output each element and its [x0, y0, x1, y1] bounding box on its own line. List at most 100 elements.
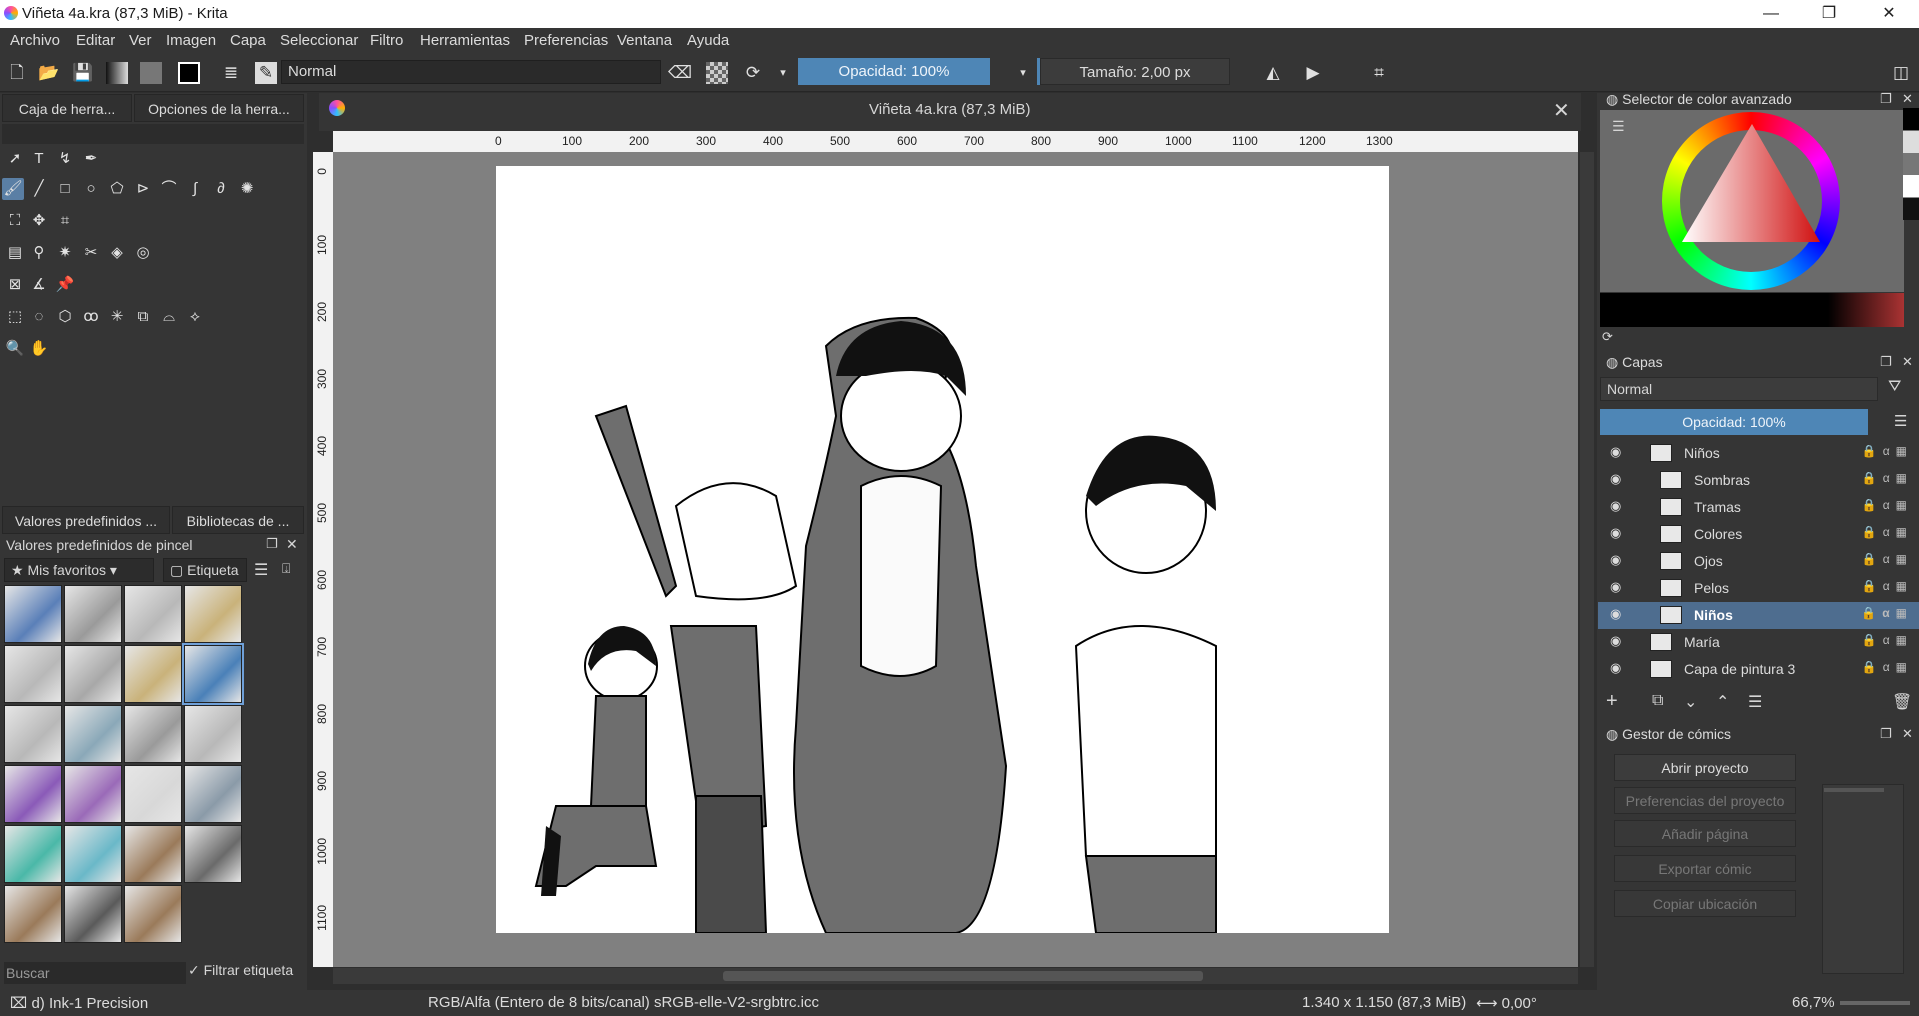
restore-icon[interactable]: ❐ — [1800, 0, 1858, 28]
layer-lock-alpha-icons[interactable]: 🔒α▦ — [1861, 606, 1913, 620]
layer-properties-icon[interactable]: ☰ — [1748, 692, 1762, 712]
smart-patch-icon[interactable]: ✂ — [80, 242, 102, 264]
layer-lock-alpha-icons[interactable]: 🔒α▦ — [1862, 498, 1913, 512]
minimize-icon[interactable]: — — [1742, 0, 1800, 28]
brush-preset[interactable] — [124, 825, 182, 883]
brush-preset[interactable] — [124, 885, 182, 943]
gradient-tool-icon[interactable]: ▤ — [4, 242, 26, 264]
color-history-strip[interactable] — [1600, 293, 1904, 327]
bezier-tool-icon[interactable]: ⌒ — [158, 178, 180, 200]
layer-filter-icon[interactable]: ⛛ — [1888, 378, 1901, 396]
select-shape-icon[interactable]: ➚ — [4, 148, 26, 170]
menu-ventana[interactable]: Ventana — [617, 32, 672, 49]
new-document-icon[interactable]: 🗋 — [6, 62, 28, 84]
brush-preset[interactable] — [4, 585, 62, 643]
rotation[interactable]: ⟷ 0,00° — [1476, 994, 1537, 1012]
edit-shapes-icon[interactable]: ↯ — [54, 148, 76, 170]
layer-row[interactable]: ◉ Capa de pintura 3 🔒α▦ — [1598, 656, 1919, 683]
blend-mode-select[interactable]: Normal — [281, 60, 661, 84]
contiguous-select-icon[interactable]: ✳ — [106, 306, 128, 328]
fill-icon[interactable]: ◈ — [106, 242, 128, 264]
menu-seleccionar[interactable]: Seleccionar — [280, 32, 358, 49]
colorize-mask-icon[interactable]: ✷ — [54, 242, 76, 264]
rect-select-icon[interactable]: ⬚ — [4, 306, 26, 328]
menu-herramientas[interactable]: Herramientas — [420, 32, 510, 49]
transform-icon[interactable]: ⛶ — [4, 210, 26, 232]
similar-select-icon[interactable]: ⧉ — [132, 306, 154, 328]
freehand-brush-icon[interactable]: 🖌 — [2, 178, 24, 200]
ellipse-tool-icon[interactable]: ○ — [80, 178, 102, 200]
duplicate-layer-icon[interactable]: ⧉ — [1652, 692, 1663, 710]
visibility-eye-icon[interactable]: ◉ — [1610, 606, 1621, 622]
assistant-icon[interactable]: ⊠ — [4, 274, 26, 296]
thumbnail-size-slider[interactable] — [1824, 788, 1884, 792]
brush-preset[interactable] — [64, 585, 122, 643]
save-icon[interactable]: 💾 — [72, 62, 94, 84]
refresh-color-icon[interactable]: ⟳ — [1602, 329, 1613, 345]
visibility-eye-icon[interactable]: ◉ — [1610, 633, 1621, 649]
tab-brush-presets[interactable]: Valores predefinidos ... — [2, 506, 170, 534]
menu-filtro[interactable]: Filtro — [370, 32, 403, 49]
brush-preset[interactable] — [4, 645, 62, 703]
tag-select[interactable]: ▢ Etiqueta — [163, 558, 247, 582]
layer-row[interactable]: ◉ Niños 🔒α▦ — [1598, 602, 1919, 629]
import-icon[interactable]: ⍗ — [282, 560, 290, 577]
project-settings-button[interactable]: Preferencias del proyecto — [1614, 787, 1796, 814]
brush-preset[interactable] — [4, 765, 62, 823]
brush-preset[interactable] — [184, 765, 242, 823]
brush-settings-icon[interactable]: ≣ — [220, 62, 242, 84]
layer-row[interactable]: ◉ Sombras 🔒α▦ — [1598, 467, 1919, 494]
visibility-eye-icon[interactable]: ◉ — [1610, 660, 1621, 676]
preserve-alpha-icon[interactable] — [706, 62, 728, 84]
brush-preset[interactable] — [64, 885, 122, 943]
bezier-select-icon[interactable]: ⌓ — [158, 306, 180, 328]
eraser-icon[interactable]: ⌫ — [668, 62, 692, 84]
layer-lock-alpha-icons[interactable]: 🔒α▦ — [1862, 525, 1913, 539]
brush-preset[interactable] — [124, 585, 182, 643]
ellipse-select-icon[interactable]: ◌ — [28, 306, 50, 328]
reference-images-icon[interactable]: 📌 — [54, 274, 76, 296]
visibility-eye-icon[interactable]: ◉ — [1610, 498, 1621, 514]
workspace-icon[interactable]: ◫ — [1890, 62, 1912, 84]
opacity-slider[interactable]: Opacidad: 100% — [798, 58, 990, 85]
move-layer-down-icon[interactable]: ⌄ — [1684, 692, 1697, 712]
layer-blend-select[interactable]: Normal — [1600, 377, 1878, 401]
freehand-path-icon[interactable]: ∫ — [184, 178, 206, 200]
float-color-docker-icon[interactable]: ❐ — [1880, 91, 1892, 107]
delete-layer-icon[interactable]: 🗑 — [1892, 692, 1912, 712]
horizontal-scrollbar-thumb[interactable] — [723, 971, 1203, 981]
close-window-icon[interactable]: ✕ — [1860, 0, 1918, 28]
drawing-canvas[interactable] — [496, 166, 1389, 934]
brush-preset[interactable] — [184, 705, 242, 763]
brush-preset[interactable] — [64, 645, 122, 703]
visibility-eye-icon[interactable]: ◉ — [1610, 579, 1621, 595]
tab-tool-options[interactable]: Opciones de la herra... — [134, 94, 304, 122]
line-tool-icon[interactable]: ╱ — [28, 178, 50, 200]
brush-preset[interactable] — [124, 645, 182, 703]
filter-tag-checkbox[interactable]: ✓ Filtrar etiqueta — [188, 962, 293, 979]
float-comic-docker-icon[interactable]: ❐ — [1880, 726, 1892, 742]
menu-capa[interactable]: Capa — [230, 32, 266, 49]
pattern-icon[interactable] — [140, 62, 162, 84]
color-selector-settings-icon[interactable]: ☰ — [1612, 118, 1625, 135]
brush-preset[interactable] — [184, 825, 242, 883]
layer-lock-alpha-icons[interactable]: 🔒α▦ — [1862, 552, 1913, 566]
menu-preferencias[interactable]: Preferencias — [524, 32, 608, 49]
layer-lock-alpha-icons[interactable]: 🔒α▦ — [1862, 660, 1913, 674]
close-docker-icon[interactable]: ✕ — [286, 536, 298, 553]
text-tool-icon[interactable]: T — [28, 148, 50, 170]
layer-lock-alpha-icons[interactable]: 🔒α▦ — [1862, 444, 1913, 458]
multibrush-icon[interactable]: ✺ — [236, 178, 258, 200]
visibility-eye-icon[interactable]: ◉ — [1610, 525, 1621, 541]
layer-row[interactable]: ◉ Pelos 🔒α▦ — [1598, 575, 1919, 602]
rectangle-tool-icon[interactable]: □ — [54, 178, 76, 200]
wrap-around-icon[interactable]: ⌗ — [1368, 62, 1390, 84]
gradient-icon[interactable] — [106, 62, 128, 84]
export-comic-button[interactable]: Exportar cómic — [1614, 855, 1796, 882]
open-project-button[interactable]: Abrir proyecto — [1614, 754, 1796, 781]
mirror-vertical-icon[interactable]: ▶ — [1302, 62, 1324, 84]
menu-editar[interactable]: Editar — [76, 32, 115, 49]
brush-preset[interactable] — [124, 705, 182, 763]
layer-row[interactable]: ◉ Ojos 🔒α▦ — [1598, 548, 1919, 575]
layer-row[interactable]: ◉ Niños 🔒α▦ — [1598, 440, 1919, 467]
